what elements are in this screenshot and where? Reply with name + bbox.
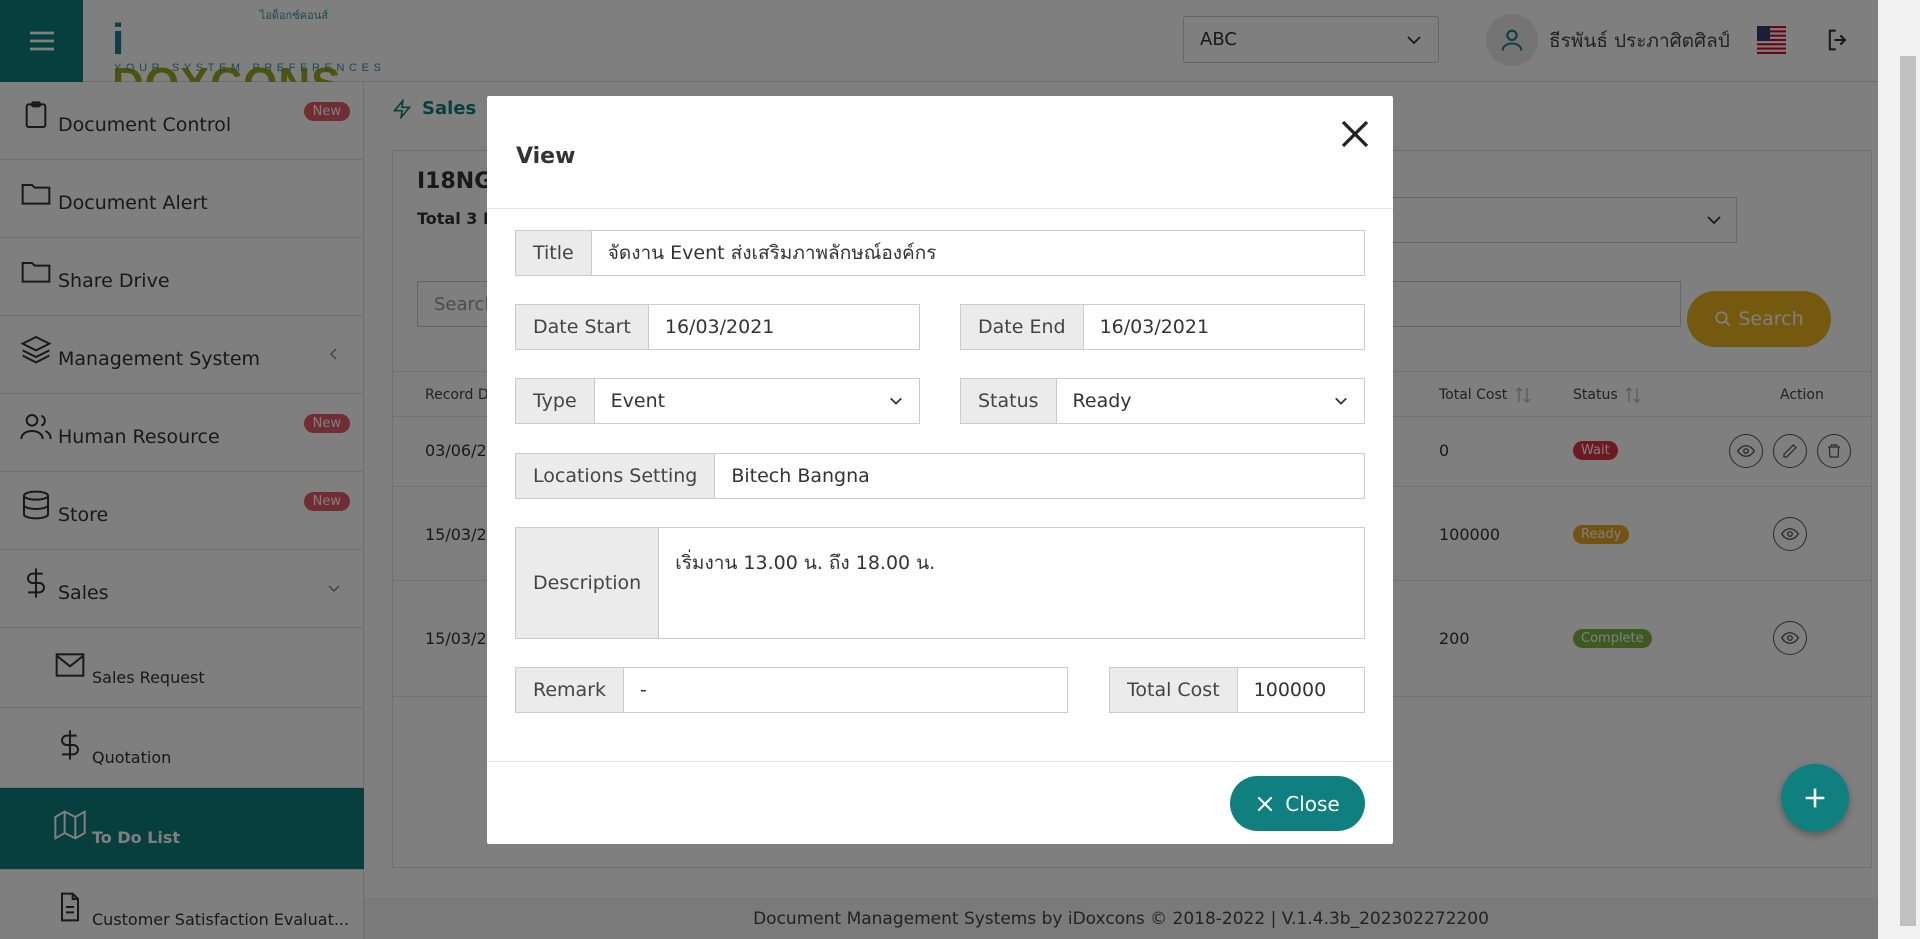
plus-icon (1805, 788, 1825, 808)
locations-input[interactable]: Bitech Bangna (715, 454, 1364, 498)
title-label: Title (516, 231, 592, 275)
status-label: Status (961, 379, 1057, 423)
type-label: Type (516, 379, 595, 423)
total-cost-input[interactable]: 100000 (1238, 668, 1364, 712)
locations-field: Locations Setting Bitech Bangna (515, 453, 1365, 499)
status-field: Status Ready (960, 378, 1365, 424)
title-field: Title จัดงาน Event ส่งเสริมภาพลักษณ์องค์… (515, 230, 1365, 276)
date-start-label: Date Start (516, 305, 649, 349)
chevron-down-icon (890, 397, 902, 405)
total-cost-label: Total Cost (1110, 668, 1238, 712)
date-start-field: Date Start 16/03/2021 (515, 304, 920, 350)
close-button[interactable]: Close (1230, 776, 1365, 831)
type-select[interactable]: Event (595, 379, 919, 423)
date-end-field: Date End 16/03/2021 (960, 304, 1365, 350)
total-cost-field: Total Cost 100000 (1109, 667, 1365, 713)
remark-field: Remark - (515, 667, 1068, 713)
modal-header-divider (487, 208, 1393, 209)
locations-label: Locations Setting (516, 454, 716, 498)
description-textarea[interactable]: เริ่มงาน 13.00 น. ถึง 18.00 น. (659, 528, 1364, 638)
type-field: Type Event (515, 378, 920, 424)
type-select-value: Event (610, 390, 666, 412)
modal-title: View (516, 144, 576, 169)
scrollbar-thumb[interactable] (1900, 56, 1916, 926)
description-field: Description เริ่มงาน 13.00 น. ถึง 18.00 … (515, 527, 1365, 639)
close-button-label: Close (1285, 791, 1340, 816)
page: ไอด็อกซ์คอนส์ i DOXCONS YOUR SYSTEM PREF… (0, 0, 1920, 939)
close-icon (1257, 796, 1273, 811)
title-input[interactable]: จัดงาน Event ส่งเสริมภาพลักษณ์องค์กร (592, 231, 1364, 275)
remark-input[interactable]: - (624, 668, 1067, 712)
status-select[interactable]: Ready (1057, 379, 1364, 423)
date-start-input[interactable]: 16/03/2021 (649, 305, 919, 349)
date-end-label: Date End (961, 305, 1084, 349)
date-end-input[interactable]: 16/03/2021 (1084, 305, 1364, 349)
modal-footer-divider (487, 761, 1393, 762)
chevron-down-icon (1335, 397, 1347, 405)
remark-label: Remark (516, 668, 625, 712)
view-modal: View Title จัดงาน Event ส่งเสริมภาพลักษณ… (487, 96, 1393, 844)
close-icon[interactable] (1337, 116, 1373, 152)
add-button[interactable] (1781, 764, 1849, 832)
description-label: Description (516, 528, 660, 638)
status-select-value: Ready (1072, 390, 1132, 412)
